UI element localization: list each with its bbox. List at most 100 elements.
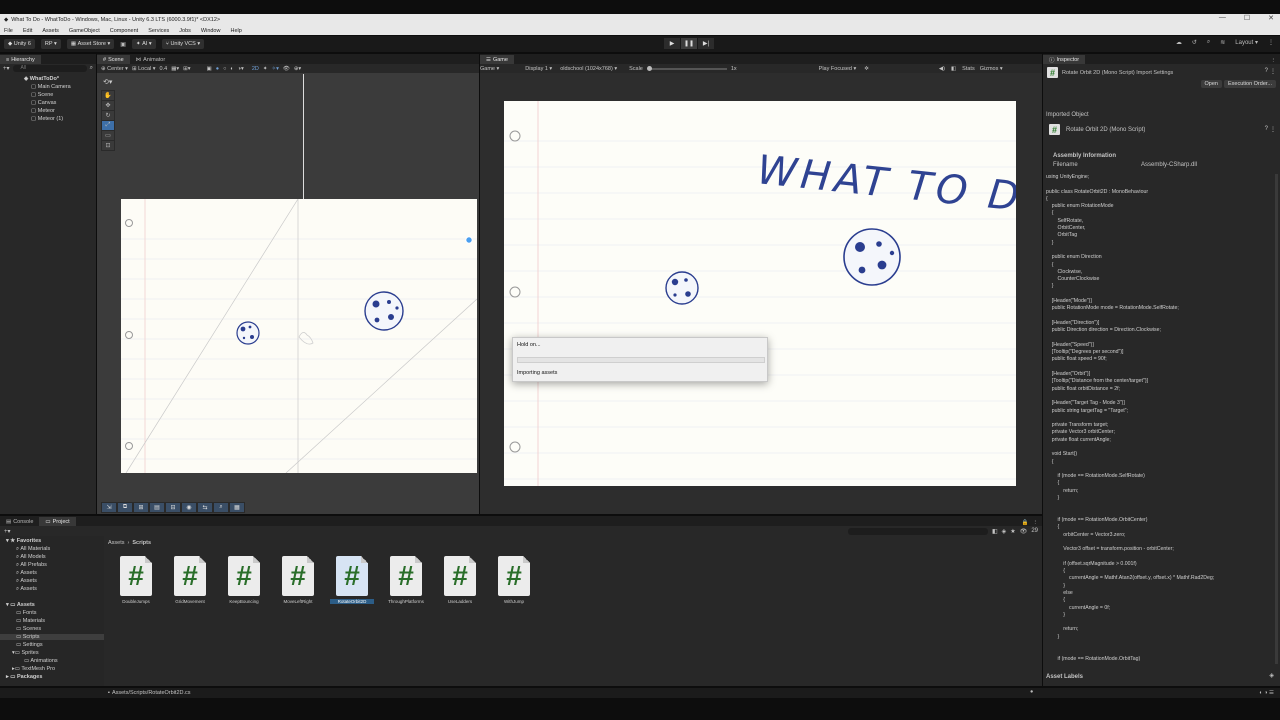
icon-size-slider-thumb[interactable]: ● [1030,689,1033,695]
scale-slider[interactable] [646,65,727,71]
render-mode-icon[interactable]: ◑▾ [238,66,244,72]
menu-services[interactable]: Services [148,28,169,34]
vcs-button[interactable]: ⑂ Unity VCS ▾ [161,39,205,49]
display-dropdown[interactable]: Display 1 ▾ [525,66,552,72]
mode-2d-toggle[interactable]: 2D [252,66,259,72]
inspector-menu-icon[interactable]: ⋮ [1271,58,1277,64]
assets-header[interactable]: ▾ ▭ Assets [6,602,35,608]
object-help-icon[interactable]: ? [1265,126,1268,132]
script-asset[interactable]: # DoubleJumps [114,556,158,604]
game-mode-dropdown[interactable]: Game ▾ [480,66,499,72]
search-icon[interactable]: ⌕ [1207,39,1210,46]
filter-label-icon[interactable]: ◈ [1002,528,1007,535]
tab-animator[interactable]: ⋈ Animator [130,55,172,64]
open-button[interactable]: Open [1200,80,1222,88]
breadcrumb-scripts[interactable]: Scripts [132,540,151,546]
grid-icon[interactable]: ▦▾ [171,66,179,72]
scale-slider-thumb[interactable] [646,65,652,71]
create-icon[interactable]: +▾ [4,528,11,535]
tab-inspector[interactable]: ⓘ Inspector [1043,55,1086,64]
folder-item[interactable]: ▭ Animations [24,658,58,664]
snap-grid-icon[interactable]: ⊞▾ [183,66,190,72]
folder-item[interactable]: ▭ Settings [16,642,43,648]
tab-game[interactable]: ☰ Game [480,55,514,64]
game-canvas[interactable]: WHAT TO DO [504,101,1016,486]
folder-item[interactable]: ▭ Scenes [16,626,41,632]
lighting-icon[interactable]: ◐ [230,66,233,72]
favorite-item[interactable]: ⌕ All Materials [16,546,50,553]
inspector-scrollbar[interactable] [1275,174,1278,664]
menu-help[interactable]: Help [230,28,241,34]
asset-store-button[interactable]: ▦ Asset Store ▾ [66,39,115,49]
favorite-item[interactable]: ⌕ Assets [16,586,37,593]
rotate-tool-icon[interactable]: ↻ [102,111,114,120]
layers-icon[interactable]: ≋ [1220,39,1225,46]
project-menu-icon[interactable]: ⋮ [1033,520,1039,526]
orientation-icon[interactable]: ⟲▾ [103,78,115,87]
ai-button[interactable]: ✦ AI ▾ [131,39,156,49]
view-tool-icon[interactable]: ✋ [102,91,114,100]
favorites-header[interactable]: ▾ ★ Favorites [6,538,41,544]
package-icon[interactable]: ▣ [120,41,126,48]
favorite-item[interactable]: ⌕ All Prefabs [16,562,47,569]
large-meteor[interactable] [843,228,901,286]
pivot-dropdown[interactable]: ⊕ Center ▾ [101,66,128,72]
large-meteor[interactable] [364,291,404,331]
small-meteor[interactable] [236,321,260,345]
cloud-icon[interactable]: ☁ [1176,39,1182,46]
hierarchy-scene-root[interactable]: ◈ WhatToDo* [24,76,59,82]
script-asset[interactable]: # KeepBouncing [222,556,266,604]
menu-file[interactable]: File [4,28,13,34]
filter-type-icon[interactable]: ◧ [992,528,998,535]
gizmo-settings-icon[interactable]: ✲ [864,66,869,72]
overlay-tool-4-icon[interactable]: ▤ [150,503,164,512]
history-icon[interactable]: ↺ [1192,39,1197,46]
gizmo-handle-icon[interactable] [465,236,473,244]
small-meteor[interactable] [665,271,699,305]
gizmos-icon[interactable]: ⊕▾ [294,66,301,72]
play-button[interactable]: ▶ [664,38,680,49]
hierarchy-item-canvas[interactable]: ▢ Canvas [31,100,56,106]
mute-audio-icon[interactable]: ◀) [939,66,945,72]
favorite-item[interactable]: ⌕ Assets [16,570,37,577]
overlay-tool-9-icon[interactable]: ▦ [230,503,244,512]
script-asset[interactable]: # MoveLeftRight [276,556,320,604]
overlay-tool-7-icon[interactable]: ⇆ [198,503,212,512]
hidden-packages-icon[interactable]: 👁 [1020,528,1028,535]
breadcrumb-assets[interactable]: Assets [108,540,125,546]
hierarchy-item-meteor[interactable]: ▢ Meteor [31,108,55,114]
audio-icon[interactable]: ✦ [263,66,268,72]
overlay-tool-2-icon[interactable]: ⧉ [118,503,132,512]
overlay-tool-8-icon[interactable]: ⌕ [214,503,228,512]
folder-item[interactable]: ▭ Fonts [16,610,37,616]
maximize-button[interactable]: ☐ [1244,14,1250,22]
transform-tool-icon[interactable]: ⊡ [102,141,114,150]
tab-scene[interactable]: # Scene [97,55,130,64]
script-asset[interactable]: # WithJump [492,556,536,604]
lock-icon[interactable]: 🔒 [1022,520,1029,526]
play-focused-dropdown[interactable]: Play Focused ▾ [819,66,857,72]
draw-mode-icon[interactable]: ▣ [207,66,212,72]
close-button[interactable]: ✕ [1268,14,1274,22]
minimize-button[interactable]: — [1219,14,1226,22]
add-icon[interactable]: +▾ [3,65,10,72]
tab-hierarchy[interactable]: ≡ Hierarchy [0,55,41,64]
packages-header[interactable]: ▸ ▭ Packages [6,674,42,680]
effects-icon[interactable]: ✧▾ [271,66,278,72]
move-tool-icon[interactable]: ✥ [102,101,114,110]
overlay-tool-3-icon[interactable]: ⊞ [134,503,148,512]
hierarchy-search-icon[interactable]: ⌕ [90,65,93,72]
overlay-tool-5-icon[interactable]: ⊟ [166,503,180,512]
hierarchy-item-meteor-1[interactable]: ▢ Meteor (1) [31,116,63,122]
overlay-tool-1-icon[interactable]: ⇲ [102,503,116,512]
menu-edit[interactable]: Edit [23,28,32,34]
hierarchy-item-main-camera[interactable]: ▢ Main Camera [31,84,71,90]
folder-item[interactable]: ▸▭ TextMesh Pro [12,666,55,672]
script-asset-selected[interactable]: # RotateOrbit2D [330,556,374,604]
visibility-icon[interactable]: 👁 [283,66,290,72]
menu-assets[interactable]: Assets [42,28,59,34]
inspector-help-icon[interactable]: ? [1265,68,1268,74]
shading-icon[interactable]: ● [216,66,219,72]
menu-window[interactable]: Window [201,28,221,34]
inspector-more-icon[interactable]: ⋮ [1270,68,1276,75]
